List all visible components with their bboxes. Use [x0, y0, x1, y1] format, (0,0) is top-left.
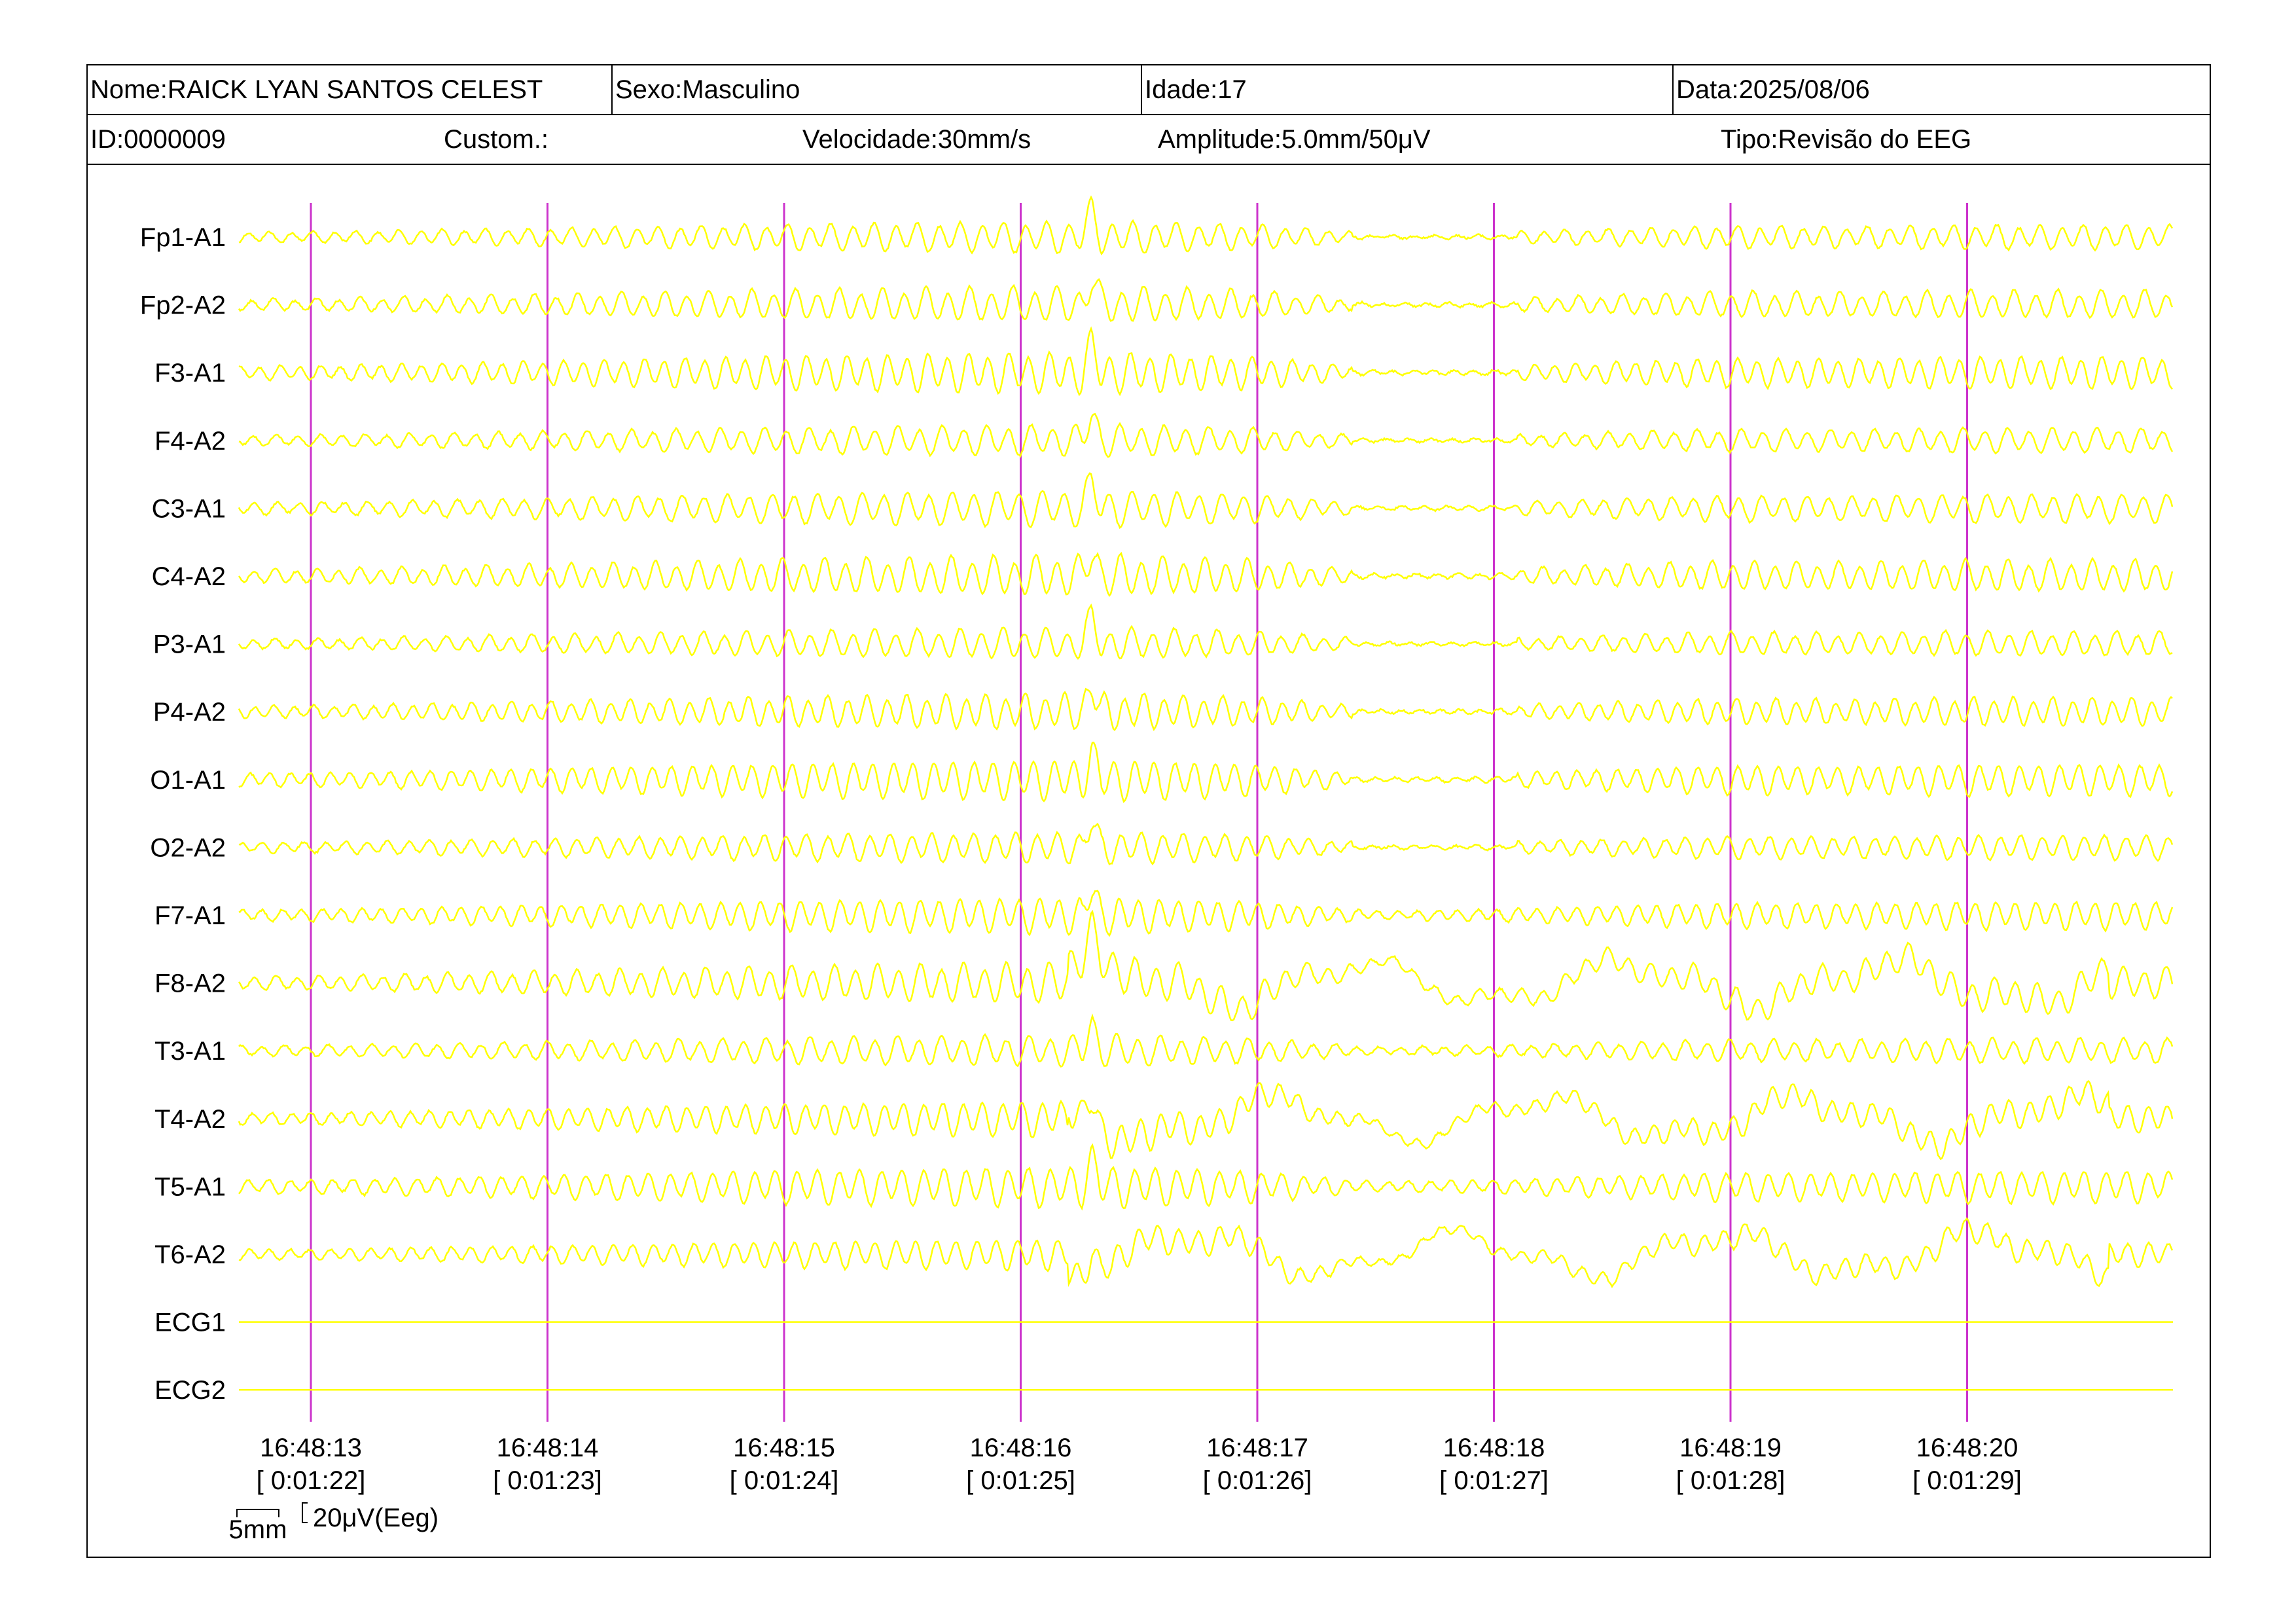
- channel-label: P3-A1: [153, 630, 226, 659]
- elapsed-tick-label: [ 0:01:29]: [1912, 1466, 2022, 1495]
- time-tick-label: 16:48:17: [1206, 1434, 1308, 1462]
- eeg-trace-t5-a1: [238, 1143, 2174, 1211]
- elapsed-tick-label: [ 0:01:23]: [493, 1466, 602, 1495]
- eeg-trace-p3-a1: [238, 604, 2173, 660]
- elapsed-tick-label: [ 0:01:25]: [966, 1466, 1075, 1495]
- eeg-trace-c3-a1: [238, 472, 2174, 530]
- amplitude-scale-bracket: [302, 1502, 308, 1523]
- elapsed-tick-label: [ 0:01:27]: [1439, 1466, 1549, 1495]
- eeg-traces: [238, 195, 2174, 1391]
- eeg-trace-f3-a1: [238, 326, 2173, 397]
- eeg-trace-f8-a2: [238, 909, 2174, 1022]
- eeg-trace-f4-a2: [238, 412, 2174, 458]
- channel-label: Fp2-A2: [140, 291, 226, 320]
- eeg-trace-t4-a2: [238, 1079, 2174, 1161]
- amplitude-scale-label: 20μV(Eeg): [313, 1504, 439, 1532]
- time-tick-label: 16:48:13: [260, 1434, 362, 1462]
- eeg-trace-fp1-a1: [238, 195, 2174, 256]
- elapsed-tick-label: [ 0:01:26]: [1203, 1466, 1312, 1495]
- channel-label: ECG1: [154, 1308, 226, 1337]
- channel-label: ECG2: [154, 1376, 226, 1405]
- channel-label: F7-A1: [154, 901, 226, 930]
- channel-label: O1-A1: [150, 766, 226, 795]
- elapsed-tick-label: [ 0:01:28]: [1676, 1466, 1785, 1495]
- eeg-trace-t6-a2: [238, 1217, 2174, 1289]
- channel-label: F3-A1: [154, 359, 226, 388]
- eeg-trace-o1-a1: [238, 742, 2174, 803]
- eeg-trace-fp2-a2: [238, 278, 2174, 322]
- channel-label: O2-A2: [150, 833, 226, 862]
- channel-label: C4-A2: [152, 562, 226, 591]
- time-tick-label: 16:48:16: [970, 1434, 1072, 1462]
- channel-label: T5-A1: [154, 1172, 226, 1201]
- channel-label: F8-A2: [154, 969, 226, 998]
- time-markers: [310, 203, 1968, 1422]
- eeg-trace-c4-a2: [238, 552, 2174, 597]
- elapsed-tick-label: [ 0:01:24]: [730, 1466, 839, 1495]
- time-tick-label: 16:48:19: [1679, 1434, 1782, 1462]
- channel-label: T6-A2: [154, 1240, 226, 1269]
- channel-label: T4-A2: [154, 1105, 226, 1134]
- channel-labels: Fp1-A1 Fp2-A2 F3-A1 F4-A2 C3-A1 C4-A2 P3-A1 P4-…: [140, 223, 226, 1405]
- eeg-trace-f7-a1: [238, 890, 2174, 937]
- elapsed-tick-label: [ 0:01:22]: [257, 1466, 366, 1495]
- channel-label: C3-A1: [152, 494, 226, 523]
- eeg-trace-o2-a2: [238, 822, 2174, 865]
- time-scale-label: 5mm: [229, 1515, 287, 1544]
- time-tick-labels: 16:48:13 [ 0:01:22] 16:48:14 [ 0:01:23] 16:4…: [257, 1434, 2022, 1495]
- eeg-chart: Fp1-A1 Fp2-A2 F3-A1 F4-A2 C3-A1 C4-A2 P3-A1 P4-…: [140, 195, 2174, 1544]
- channel-label: T3-A1: [154, 1037, 226, 1066]
- eeg-trace-t3-a1: [238, 1013, 2174, 1068]
- channel-label: F4-A2: [154, 427, 226, 456]
- time-tick-label: 16:48:18: [1443, 1434, 1545, 1462]
- scale-bar: 5mm 20μV(Eeg): [229, 1502, 439, 1544]
- eeg-trace-p4-a2: [238, 687, 2173, 732]
- channel-label: Fp1-A1: [140, 223, 226, 252]
- time-tick-label: 16:48:14: [497, 1434, 599, 1462]
- time-tick-label: 16:48:20: [1916, 1434, 2018, 1462]
- time-tick-label: 16:48:15: [733, 1434, 835, 1462]
- channel-label: P4-A2: [153, 698, 226, 727]
